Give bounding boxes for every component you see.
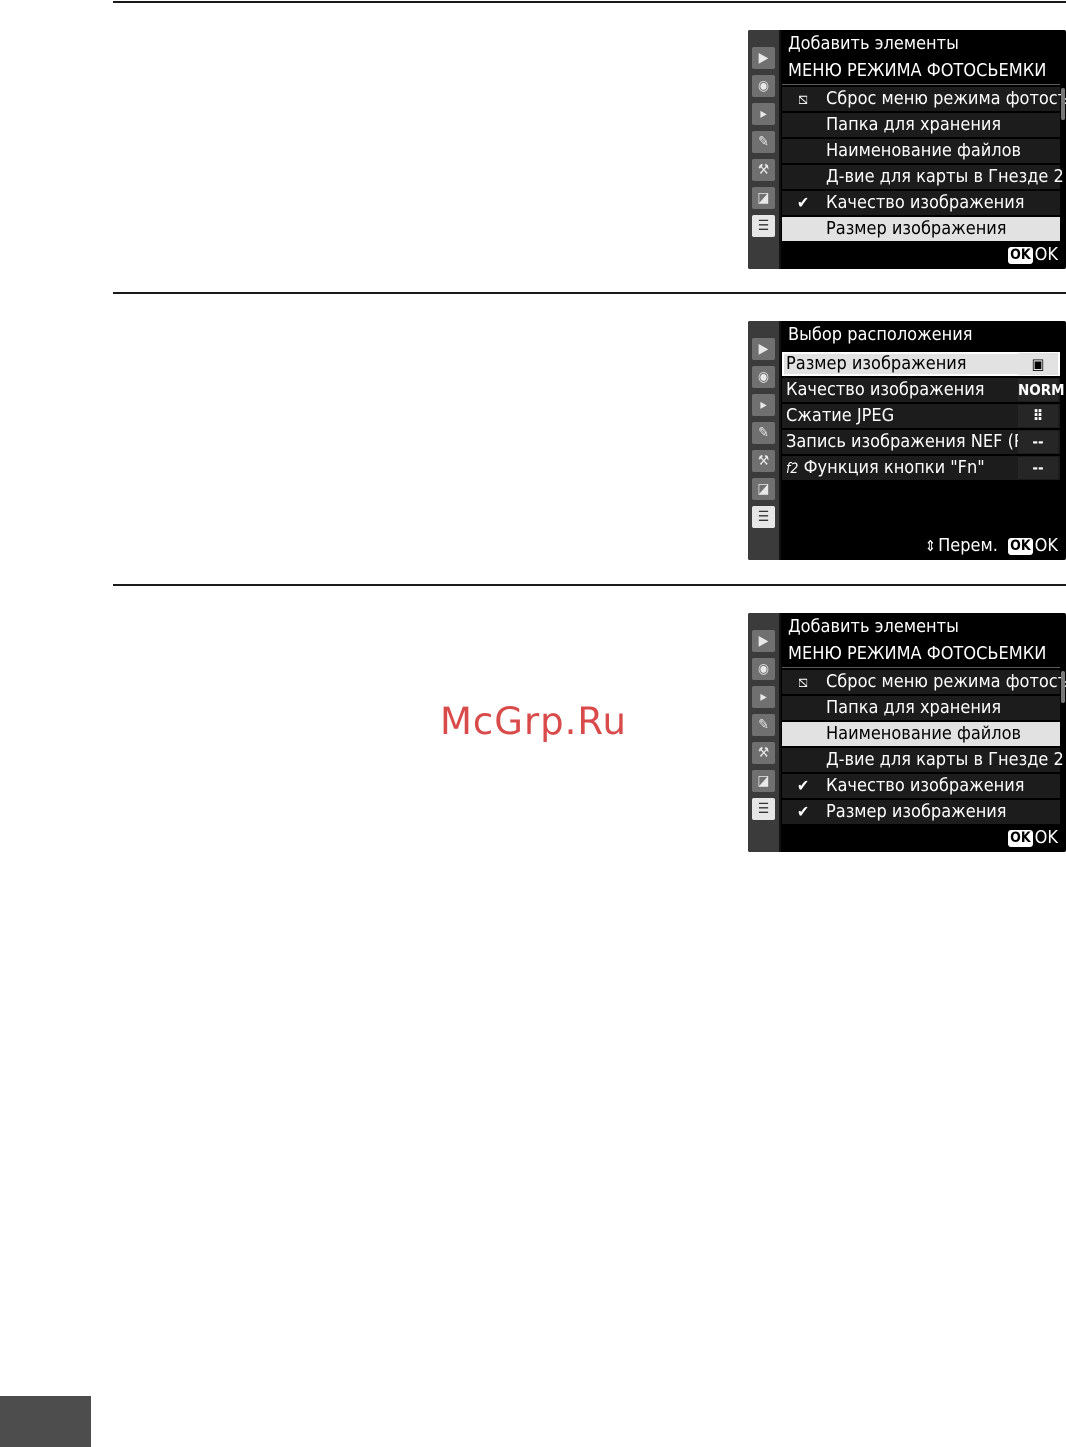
scrollbar[interactable] (1061, 671, 1065, 703)
camera-icon[interactable]: ◉ (752, 366, 775, 388)
section-divider (113, 584, 1066, 586)
camera-screen-choose-position: ▶ ◉ ▸ ✎ ⚒ ◪ ☰ Выбор расположения Размер … (748, 321, 1066, 560)
list-item[interactable]: Качество изображения NORM (782, 378, 1065, 402)
screen-title: Добавить элементы (788, 33, 959, 54)
movie-icon[interactable]: ▸ (752, 686, 775, 708)
reset-icon: ⧅ (797, 89, 809, 108)
item-list: Размер изображения ▣ Качество изображения… (782, 352, 1065, 482)
footer-hints: ⇕ Перем. OK OK (924, 535, 1058, 556)
camera-icon[interactable]: ◉ (752, 658, 775, 680)
section-divider (113, 1, 1066, 3)
pencil-icon[interactable]: ✎ (752, 422, 775, 444)
retouch-icon[interactable]: ◪ (752, 478, 775, 500)
list-item-selected[interactable]: Размер изображения (782, 217, 1060, 241)
screen-title: Добавить элементы (788, 616, 959, 637)
playback-icon[interactable]: ▶ (752, 630, 775, 652)
page-tab-marker (0, 1396, 91, 1447)
menu-section-title: МЕНЮ РЕЖИМА ФОТОСЬЕМКИ (782, 641, 1060, 668)
camera-icon[interactable]: ◉ (752, 75, 775, 97)
ok-button-icon: OK (1008, 538, 1033, 555)
list-item[interactable]: ✔ Размер изображения (782, 800, 1060, 824)
list-item[interactable]: ✔ Качество изображения (782, 774, 1060, 798)
menu-tabs: ▶ ◉ ▸ ✎ ⚒ ◪ ☰ (748, 613, 781, 852)
menu-tabs: ▶ ◉ ▸ ✎ ⚒ ◪ ☰ (748, 30, 781, 269)
custom-setting-icon: f2 (786, 461, 799, 477)
list-item-selected[interactable]: Наименование файлов (782, 722, 1060, 746)
ok-button-icon: OK (1008, 247, 1033, 264)
list-item[interactable]: Д-вие для карты в Гнезде 2 (782, 748, 1064, 772)
multi-selector-icon: ⇕ (924, 537, 937, 555)
movie-icon[interactable]: ▸ (752, 103, 775, 125)
list-item[interactable]: Д-вие для карты в Гнезде 2 (782, 165, 1064, 189)
setting-value: NORM (1018, 379, 1065, 401)
list-item[interactable]: ⧅Сброс меню режима фотосъемки (782, 87, 1066, 111)
jpeg-compression-icon: ⠿ (1018, 405, 1058, 427)
list-item[interactable]: Запись изображения NEF (RAW) -- (782, 430, 1060, 454)
setting-value: -- (1018, 431, 1058, 453)
list-item[interactable]: f2 Функция кнопки "Fn" -- (782, 456, 1060, 480)
movie-icon[interactable]: ▸ (752, 394, 775, 416)
list-item[interactable]: Наименование файлов (782, 139, 1060, 163)
watermark: McGrp.Ru (440, 700, 627, 743)
ok-button-icon: OK (1008, 830, 1033, 847)
footer-ok: OK OK (1008, 244, 1058, 265)
list-item[interactable]: ✔ Качество изображения (782, 191, 1060, 215)
retouch-icon[interactable]: ◪ (752, 770, 775, 792)
wrench-icon[interactable]: ⚒ (752, 742, 775, 764)
scrollbar[interactable] (1061, 88, 1065, 120)
section-divider (113, 292, 1066, 294)
setting-value: -- (1018, 457, 1058, 479)
footer-ok: OK OK (1008, 827, 1058, 848)
check-icon: ✔ (796, 802, 810, 821)
list-item-selected[interactable]: Размер изображения ▣ (782, 352, 1060, 376)
list-item[interactable]: Папка для хранения (782, 696, 1060, 720)
item-list: ⧅Сброс меню режима фотосъемки Папка для … (782, 87, 1066, 243)
menu-section-title: МЕНЮ РЕЖИМА ФОТОСЬЕМКИ (782, 58, 1060, 85)
reset-icon: ⧅ (797, 672, 809, 691)
my-menu-icon[interactable]: ☰ (752, 215, 775, 237)
camera-screen-add-items: ▶ ◉ ▸ ✎ ⚒ ◪ ☰ Добавить элементы МЕНЮ РЕЖ… (748, 30, 1066, 269)
pencil-icon[interactable]: ✎ (752, 131, 775, 153)
playback-icon[interactable]: ▶ (752, 47, 775, 69)
screen-title: Выбор расположения (788, 324, 973, 345)
my-menu-icon[interactable]: ☰ (752, 506, 775, 528)
list-item[interactable]: ⧅Сброс меню режима фотосъемки (782, 670, 1066, 694)
pencil-icon[interactable]: ✎ (752, 714, 775, 736)
camera-screen-add-items-updated: ▶ ◉ ▸ ✎ ⚒ ◪ ☰ Добавить элементы МЕНЮ РЕЖ… (748, 613, 1066, 852)
list-item[interactable]: Папка для хранения (782, 113, 1060, 137)
wrench-icon[interactable]: ⚒ (752, 450, 775, 472)
check-icon: ✔ (796, 776, 810, 795)
menu-tabs: ▶ ◉ ▸ ✎ ⚒ ◪ ☰ (748, 321, 781, 560)
list-item[interactable]: Сжатие JPEG ⠿ (782, 404, 1060, 428)
playback-icon[interactable]: ▶ (752, 338, 775, 360)
check-icon: ✔ (796, 193, 810, 212)
retouch-icon[interactable]: ◪ (752, 187, 775, 209)
image-size-icon: ▣ (1018, 353, 1058, 375)
wrench-icon[interactable]: ⚒ (752, 159, 775, 181)
item-list: ⧅Сброс меню режима фотосъемки Папка для … (782, 670, 1066, 826)
my-menu-icon[interactable]: ☰ (752, 798, 775, 820)
